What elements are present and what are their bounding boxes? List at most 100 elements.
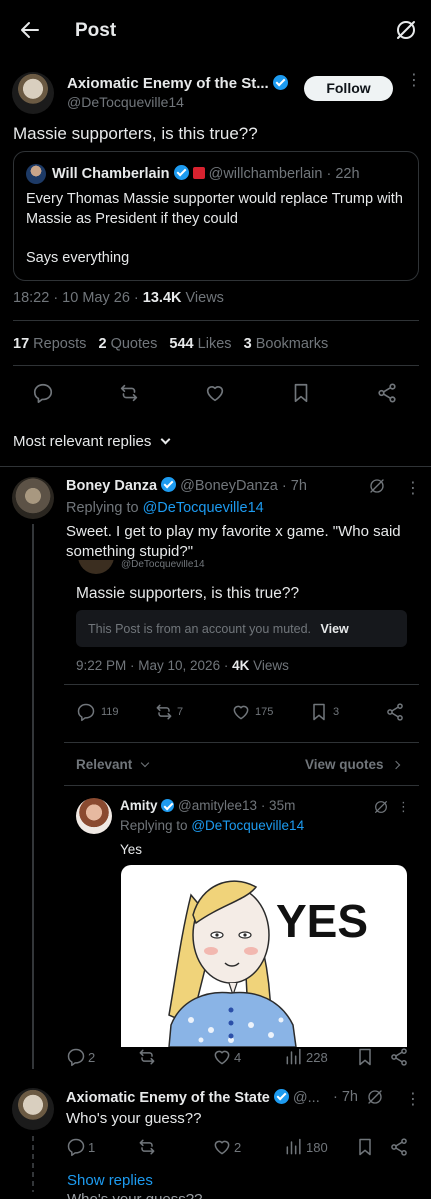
repost-icon[interactable] bbox=[137, 1137, 157, 1157]
author-name[interactable]: Axiomatic Enemy of the St... bbox=[67, 75, 288, 92]
embedded-screenshot[interactable]: @DeTocqueville14 Massie supporters, is t… bbox=[64, 560, 419, 1047]
view-quotes-link: View quotes bbox=[305, 757, 401, 772]
like-button[interactable]: 4 bbox=[212, 1047, 241, 1067]
grok-icon[interactable] bbox=[368, 477, 386, 495]
avatar[interactable] bbox=[12, 477, 54, 519]
reply-text: Sweet. I get to play my favorite x game.… bbox=[66, 523, 401, 560]
thread-line bbox=[32, 524, 34, 1069]
grok-icon[interactable] bbox=[394, 18, 418, 42]
views-button[interactable]: 180 bbox=[284, 1137, 328, 1157]
more-options-icon[interactable]: ⋮ bbox=[405, 1089, 421, 1109]
chevron-down-icon bbox=[160, 434, 171, 445]
show-replies-link[interactable]: Show replies bbox=[67, 1172, 153, 1189]
nested-replying-to: @DeTocqueville14 bbox=[191, 818, 305, 833]
nested-author-name: Amity bbox=[120, 798, 158, 813]
quote-author-name: Will Chamberlain bbox=[52, 166, 170, 182]
reply-icon bbox=[67, 1048, 85, 1067]
quote-text: Every Thomas Massie supporter would repl… bbox=[26, 191, 403, 227]
more-options-icon: ⋮ bbox=[397, 799, 410, 814]
author-handle[interactable]: @BoneyDanza bbox=[180, 478, 278, 494]
post-time: · 7h bbox=[333, 1089, 358, 1105]
embedded-likes: 175 bbox=[231, 702, 273, 722]
author-name[interactable]: Axiomatic Enemy of the State bbox=[66, 1090, 270, 1106]
nested-text: Yes bbox=[120, 842, 143, 857]
grok-icon bbox=[373, 799, 389, 815]
bookmark-icon[interactable] bbox=[290, 382, 312, 404]
quote-text-2: Says everything bbox=[26, 250, 130, 266]
embedded-handle: @DeTocqueville14 bbox=[121, 560, 205, 570]
avatar[interactable] bbox=[12, 72, 54, 114]
share-icon bbox=[385, 702, 405, 722]
reply-icon bbox=[77, 703, 95, 722]
replying-to-link[interactable]: @DeTocqueville14 bbox=[143, 500, 264, 516]
verified-badge-icon bbox=[272, 75, 288, 90]
embedded-post-text: Massie supporters, is this true?? bbox=[76, 585, 300, 602]
reply-button[interactable]: 1 bbox=[66, 1137, 95, 1157]
relevant-sort: Relevant bbox=[76, 757, 150, 772]
views-button[interactable]: 228 bbox=[284, 1047, 328, 1067]
author-name[interactable]: Boney Danza bbox=[66, 478, 157, 494]
bookmark-icon[interactable] bbox=[355, 1047, 375, 1067]
embedded-meta: 9:22 PM · May 10, 2026 · 4K Views bbox=[76, 658, 289, 673]
verified-badge-icon bbox=[173, 165, 189, 180]
avatar bbox=[78, 560, 114, 574]
quotes-stat[interactable]: 2 Quotes bbox=[98, 336, 157, 352]
avatar bbox=[76, 798, 112, 834]
share-icon[interactable] bbox=[389, 1047, 409, 1067]
views-icon bbox=[286, 1138, 301, 1155]
verified-badge-icon bbox=[273, 1089, 289, 1104]
repost-icon[interactable] bbox=[137, 1047, 157, 1067]
quote-time: · 22h bbox=[326, 166, 360, 182]
chevron-right-icon bbox=[392, 760, 401, 770]
replies-sort-dropdown[interactable]: Most relevant replies bbox=[13, 433, 171, 450]
thread-line-dotted bbox=[32, 1136, 34, 1192]
chevron-down-icon bbox=[140, 758, 150, 768]
quote-author-handle: @willchamberlain bbox=[208, 166, 323, 182]
repost-icon[interactable] bbox=[118, 382, 140, 404]
post-meta: 18:22 · 10 May 26 · 13.4K Views bbox=[13, 290, 224, 306]
page-title: Post bbox=[75, 20, 117, 41]
more-options-icon[interactable]: ⋮ bbox=[405, 478, 421, 498]
embedded-bookmarks: 3 bbox=[309, 702, 339, 722]
cut-off-text: Who's your guess?? bbox=[67, 1191, 202, 1199]
reposts-stat[interactable]: 17 Reposts bbox=[13, 336, 86, 352]
verified-badge-icon bbox=[161, 477, 177, 492]
like-icon bbox=[233, 705, 249, 720]
author-handle[interactable]: @... bbox=[293, 1090, 320, 1106]
follow-button[interactable]: Follow bbox=[304, 76, 393, 101]
view-muted-link: View bbox=[320, 622, 349, 636]
share-icon[interactable] bbox=[389, 1137, 409, 1157]
muted-notice-text: This Post is from an account you muted. bbox=[88, 622, 312, 636]
reply-icon bbox=[67, 1138, 85, 1157]
post-stats: 17 Reposts 2 Quotes 544 Likes 3 Bookmark… bbox=[13, 336, 328, 352]
meme-yes-text: YES bbox=[276, 895, 368, 947]
avatar[interactable] bbox=[12, 1088, 54, 1130]
like-icon bbox=[214, 1050, 230, 1065]
flag-badge-icon bbox=[192, 167, 205, 179]
post-time: · 7h bbox=[281, 478, 307, 494]
repost-icon bbox=[156, 704, 172, 720]
bookmark-icon bbox=[313, 703, 325, 721]
post-text: Massie supporters, is this true?? bbox=[13, 124, 258, 143]
like-icon bbox=[214, 1140, 230, 1155]
author-handle[interactable]: @DeTocqueville14 bbox=[67, 94, 184, 110]
verified-badge-icon bbox=[161, 799, 175, 812]
meme-image: YES bbox=[121, 865, 407, 1047]
reply-text: Who's your guess?? bbox=[66, 1110, 202, 1127]
likes-stat[interactable]: 544 Likes bbox=[169, 336, 231, 352]
share-icon[interactable] bbox=[376, 382, 398, 404]
like-button[interactable]: 2 bbox=[212, 1137, 241, 1157]
nested-author-handle: @amitylee13 bbox=[178, 798, 258, 813]
reply-button[interactable]: 2 bbox=[66, 1047, 95, 1067]
back-button[interactable] bbox=[18, 18, 42, 42]
more-options-icon[interactable]: ⋮ bbox=[406, 73, 422, 89]
nested-time: · 35m bbox=[260, 798, 296, 813]
embedded-replies: 119 bbox=[76, 702, 119, 722]
like-icon[interactable] bbox=[204, 382, 226, 404]
replying-to: Replying to @DeTocqueville14 bbox=[66, 500, 264, 516]
grok-icon[interactable] bbox=[366, 1088, 384, 1106]
bookmark-icon[interactable] bbox=[355, 1137, 375, 1157]
avatar bbox=[26, 164, 46, 184]
reply-icon[interactable] bbox=[32, 382, 54, 404]
bookmarks-stat[interactable]: 3 Bookmarks bbox=[244, 336, 329, 352]
